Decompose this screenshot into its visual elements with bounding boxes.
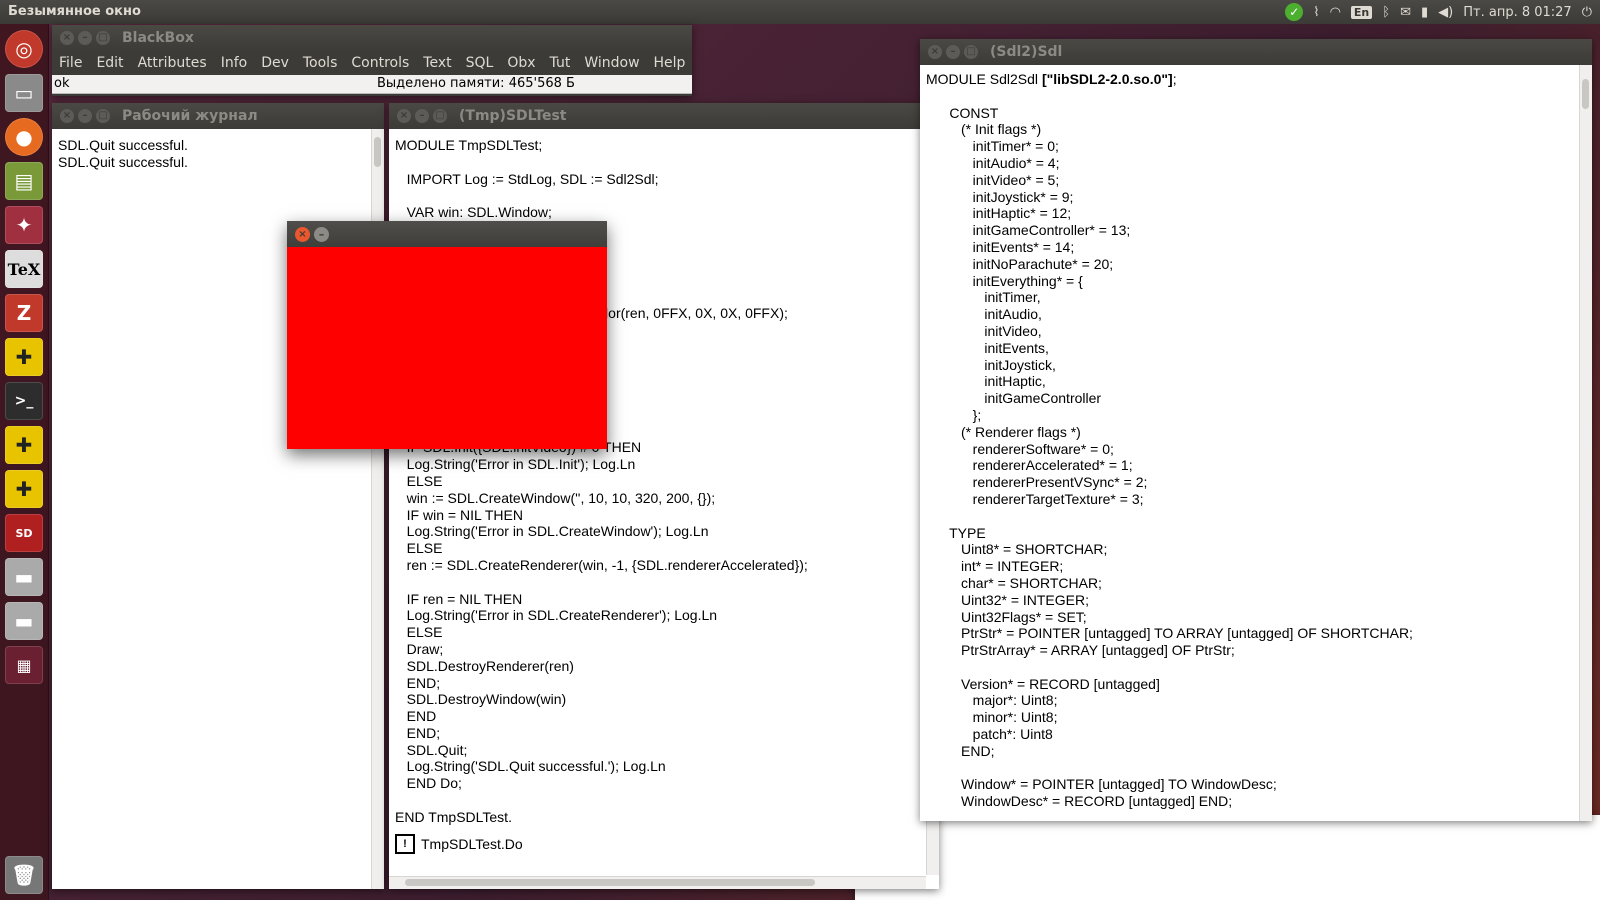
status-ok: ok xyxy=(54,76,70,91)
launcher: ◎ ▭ ● ▤ ✦ TeX Z ✚ >_ ✚ ✚ SD ▬ ▬ ▦ 🗑 xyxy=(0,24,49,900)
zotero-icon[interactable]: Z xyxy=(5,294,43,332)
commander-row: ! TmpSDLTest.Do xyxy=(395,833,926,854)
module-header: MODULE Sdl2Sdl ["libSDL2-2.0.so.0"]; xyxy=(926,71,1579,88)
sdl2sdl-code: CONST (* Init flags *) initTimer* = 0; i… xyxy=(949,104,1413,810)
menu-obx[interactable]: Obx xyxy=(500,55,542,71)
paperclip-icon[interactable]: ⌇ xyxy=(1313,5,1319,20)
puzzle-icon-3[interactable]: ✚ xyxy=(5,470,43,508)
sdltest-title: (Tmp)SDLTest xyxy=(459,108,567,124)
close-icon[interactable]: × xyxy=(60,109,74,123)
menu-info[interactable]: Info xyxy=(214,55,255,71)
blackbox-statusbar: ok Выделено памяти: 465'568 Б xyxy=(52,75,692,94)
menu-edit[interactable]: Edit xyxy=(89,55,130,71)
battery-icon[interactable]: ▮ xyxy=(1421,5,1428,20)
check-icon[interactable]: ✓ xyxy=(1285,3,1304,21)
tex-icon[interactable]: TeX xyxy=(5,250,43,288)
minimize-icon[interactable]: – xyxy=(314,227,329,242)
sdl-render-window: × – xyxy=(287,221,607,449)
bluetooth-icon[interactable]: ᛒ xyxy=(1382,5,1390,20)
indicator-area: ✓ ⌇ ◠ En ᛒ ✉ ▮ ◀) Пт. апр. 8 01:27 ⏻ xyxy=(1285,0,1592,24)
sdl2sdl-editor[interactable]: MODULE Sdl2Sdl ["libSDL2-2.0.so.0"]; CON… xyxy=(920,65,1579,821)
sdltest-titlebar[interactable]: × – □ (Tmp)SDLTest xyxy=(389,103,939,129)
sdl2sdl-vertical-scrollbar[interactable] xyxy=(1579,65,1592,821)
volume-icon[interactable]: ◀) xyxy=(1438,5,1453,20)
sdltest-hscroll-thumb[interactable] xyxy=(405,879,815,886)
log-text: SDL.Quit successful. SDL.Quit successful… xyxy=(58,137,188,170)
terminal-icon[interactable]: >_ xyxy=(5,382,43,420)
sd-card-icon[interactable]: SD xyxy=(5,514,43,552)
minimize-icon[interactable]: – xyxy=(946,45,960,59)
maximize-icon[interactable]: □ xyxy=(96,31,110,45)
menu-sql[interactable]: SQL xyxy=(459,55,501,71)
commander-icon[interactable]: ! xyxy=(395,833,415,854)
workspace-icon[interactable]: ▦ xyxy=(5,646,43,684)
drive-icon[interactable]: ▬ xyxy=(5,558,43,596)
sdltest-horizontal-scrollbar[interactable] xyxy=(389,876,926,889)
firefox-icon[interactable]: ● xyxy=(5,118,43,156)
menu-tut[interactable]: Tut xyxy=(543,55,578,71)
wifi-icon[interactable]: ◠ xyxy=(1330,5,1341,20)
maximize-icon[interactable]: □ xyxy=(964,45,978,59)
puzzle-icon-2[interactable]: ✚ xyxy=(5,426,43,464)
menu-file[interactable]: File xyxy=(52,55,89,71)
mail-icon[interactable]: ✉ xyxy=(1400,5,1411,20)
maximize-icon[interactable]: □ xyxy=(96,109,110,123)
memory-status: Выделено памяти: 465'568 Б xyxy=(377,76,575,91)
log-title: Рабочий журнал xyxy=(122,108,258,124)
close-icon[interactable]: × xyxy=(60,31,74,45)
sdl-canvas xyxy=(287,247,607,449)
log-scroll-thumb[interactable] xyxy=(374,137,381,167)
blackbox-window: × – □ BlackBox File Edit Attributes Info… xyxy=(52,25,692,96)
blackbox-menubar: File Edit Attributes Info Dev Tools Cont… xyxy=(52,51,692,75)
drive-icon-2[interactable]: ▬ xyxy=(5,602,43,640)
trash-icon[interactable]: 🗑 xyxy=(5,856,43,894)
menu-attributes[interactable]: Attributes xyxy=(131,55,214,71)
maximize-icon[interactable]: □ xyxy=(433,109,447,123)
files-icon[interactable]: ▭ xyxy=(5,74,43,112)
minimize-icon[interactable]: – xyxy=(78,31,92,45)
menu-help[interactable]: Help xyxy=(647,55,693,71)
libreoffice-icon[interactable]: ▤ xyxy=(5,162,43,200)
close-icon[interactable]: × xyxy=(295,227,310,242)
module-header-suffix: ; xyxy=(1172,71,1177,87)
commander-label[interactable]: TmpSDLTest.Do xyxy=(421,836,523,852)
sdl2sdl-scroll-thumb[interactable] xyxy=(1582,79,1589,109)
active-window-title: Безымянное окно xyxy=(8,4,141,19)
clock[interactable]: Пт. апр. 8 01:27 xyxy=(1463,5,1571,20)
dragon-icon[interactable]: ✦ xyxy=(5,206,43,244)
module-header-prefix: MODULE Sdl2Sdl xyxy=(926,71,1042,87)
sdl2sdl-title: (Sdl2)Sdl xyxy=(990,44,1063,60)
module-header-lib: ["libSDL2-2.0.so.0"] xyxy=(1041,71,1173,87)
menu-controls[interactable]: Controls xyxy=(344,55,416,71)
blackbox-title: BlackBox xyxy=(122,30,194,46)
menu-text[interactable]: Text xyxy=(416,55,458,71)
keyboard-layout-indicator[interactable]: En xyxy=(1350,5,1373,19)
background-window xyxy=(855,815,1600,900)
minimize-icon[interactable]: – xyxy=(78,109,92,123)
menu-window[interactable]: Window xyxy=(577,55,646,71)
menu-tools[interactable]: Tools xyxy=(296,55,345,71)
top-panel: Безымянное окно ✓ ⌇ ◠ En ᛒ ✉ ▮ ◀) Пт. ап… xyxy=(0,0,1600,24)
close-icon[interactable]: × xyxy=(928,45,942,59)
sdl2sdl-window: × – □ (Sdl2)Sdl MODULE Sdl2Sdl ["libSDL2… xyxy=(920,39,1592,821)
puzzle-icon[interactable]: ✚ xyxy=(5,338,43,376)
ubuntu-dash-icon[interactable]: ◎ xyxy=(5,30,43,68)
sdl2sdl-titlebar[interactable]: × – □ (Sdl2)Sdl xyxy=(920,39,1592,65)
blackbox-titlebar[interactable]: × – □ BlackBox xyxy=(52,25,692,51)
sdl-titlebar[interactable]: × – xyxy=(287,221,607,247)
menu-dev[interactable]: Dev xyxy=(254,55,296,71)
close-icon[interactable]: × xyxy=(397,109,411,123)
log-titlebar[interactable]: × – □ Рабочий журнал xyxy=(52,103,384,129)
power-icon[interactable]: ⏻ xyxy=(1582,5,1592,20)
minimize-icon[interactable]: – xyxy=(415,109,429,123)
